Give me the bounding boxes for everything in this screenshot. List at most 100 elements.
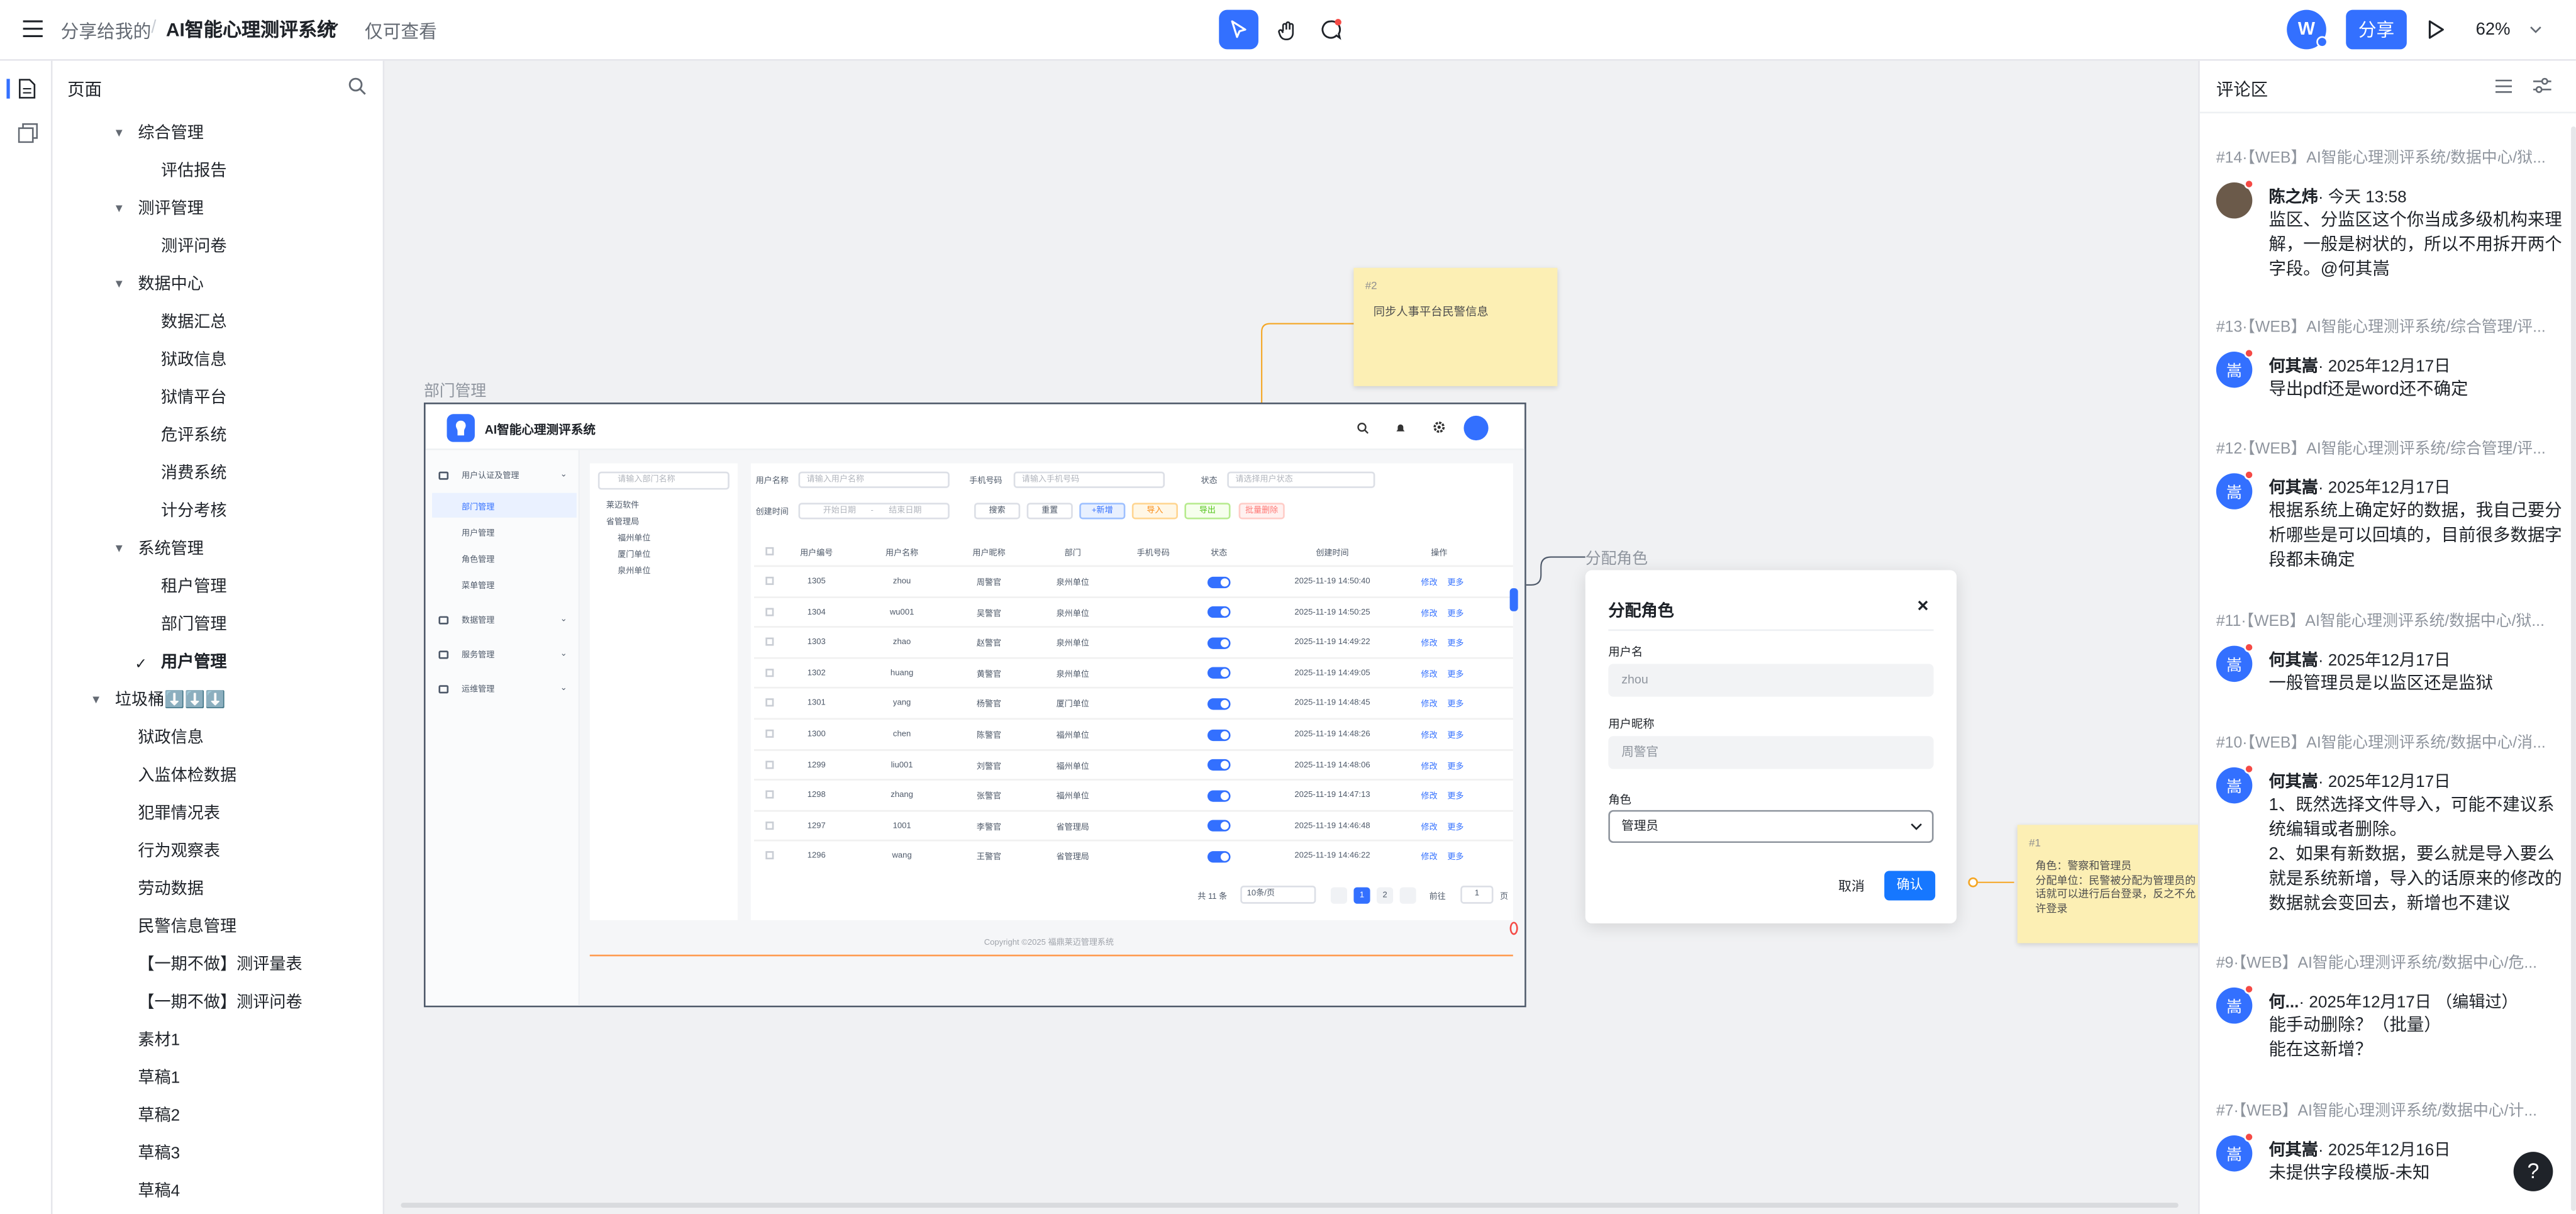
expand-caret-icon[interactable]: ▼	[113, 534, 125, 567]
comment-author[interactable]: 何其嵩	[2268, 774, 2318, 792]
tree-item[interactable]: 素材1	[138, 1025, 180, 1058]
confirm-button[interactable]: 确认	[1884, 871, 1936, 901]
tree-item[interactable]: 计分考核	[161, 496, 226, 529]
more-link[interactable]: 更多	[1447, 791, 1463, 803]
expand-caret-icon[interactable]: ▼	[113, 194, 125, 226]
row-checkbox[interactable]	[765, 699, 774, 708]
sidebar-menu-item[interactable]: 菜单管理	[462, 580, 494, 592]
sidebar-menu-item[interactable]: 服务管理	[462, 649, 494, 660]
layers-icon[interactable]	[18, 123, 38, 143]
status-toggle[interactable]	[1207, 606, 1231, 618]
row-checkbox[interactable]	[765, 576, 774, 585]
comment-reference[interactable]: #7·【WEB】AI智能心理测评系统/数据中心/计...	[2216, 1098, 2553, 1121]
status-toggle[interactable]	[1207, 698, 1231, 710]
tree-item[interactable]: 狱政信息	[161, 345, 226, 378]
help-button[interactable]: ?	[2513, 1152, 2553, 1191]
action-button[interactable]: 导入	[1131, 503, 1178, 520]
cancel-button[interactable]: 取消	[1838, 877, 1865, 896]
sticky-note-1[interactable]: #1 角色：警察和管理员 分配单位：民警被分配为管理员的 话就可以进行后台登录，…	[2017, 825, 2199, 944]
more-link[interactable]: 更多	[1447, 760, 1463, 772]
sidebar-menu-item[interactable]: 运维管理	[462, 684, 494, 695]
tree-item[interactable]: 草稿4	[138, 1176, 180, 1209]
tree-item[interactable]: 民警信息管理	[138, 912, 236, 945]
comment-reference[interactable]: #12·【WEB】AI智能心理测评系统/综合管理/评...	[2216, 435, 2553, 459]
play-icon[interactable]	[2428, 19, 2445, 39]
float-tab[interactable]	[1509, 588, 1518, 611]
whiteboard-canvas[interactable]: 部门管理 #2 同步人事平台民警信息 分配角色 AI智能心理测评系统 ⌄ 用户认证…	[384, 60, 2199, 1214]
doc-title[interactable]: AI智能心理测评系统	[166, 16, 336, 43]
comment-tool-button[interactable]	[1311, 10, 1351, 50]
tree-item[interactable]: 垃圾桶⬇️⬇️⬇️	[115, 685, 226, 718]
pager-next[interactable]	[1399, 887, 1416, 904]
row-checkbox[interactable]	[765, 790, 774, 799]
chevron-down-icon[interactable]	[327, 23, 338, 31]
menu-icon[interactable]	[23, 19, 43, 38]
action-button[interactable]: 搜索	[974, 503, 1021, 520]
expand-caret-icon[interactable]: ▼	[113, 118, 125, 151]
row-checkbox[interactable]	[765, 607, 774, 616]
tree-item[interactable]: 劳动数据	[138, 874, 203, 907]
more-link[interactable]: 更多	[1447, 607, 1463, 619]
share-button[interactable]: 分享	[2346, 9, 2407, 50]
filter-date-range[interactable]: 开始日期 - 结束日期	[798, 503, 950, 520]
tree-item[interactable]: 部门管理	[161, 610, 226, 642]
zoom-level[interactable]: 62%	[2476, 19, 2511, 39]
row-checkbox[interactable]	[765, 821, 774, 830]
pages-icon[interactable]	[18, 79, 36, 99]
comment-reference[interactable]: #14·【WEB】AI智能心理测评系统/数据中心/狱...	[2216, 145, 2553, 168]
tree-item[interactable]: 危评系统	[161, 421, 226, 454]
tree-item[interactable]: 数据汇总	[161, 307, 226, 340]
status-toggle[interactable]	[1207, 576, 1231, 588]
bell-icon[interactable]	[1395, 422, 1406, 433]
app-screenshot-frame[interactable]: AI智能心理测评系统 ⌄ 用户认证及管理 部门管理 用户管理 角色管理 菜单管理 ⌄ 数据管理…	[423, 402, 1526, 1008]
action-button[interactable]: 批量删除	[1238, 503, 1285, 520]
comment-author[interactable]: 何其嵩	[2268, 652, 2318, 671]
more-link[interactable]: 更多	[1447, 638, 1463, 650]
app-search-icon[interactable]	[1357, 422, 1368, 434]
pager-goto-input[interactable]: 1	[1460, 885, 1494, 904]
tree-item[interactable]: 行为观察表	[138, 837, 220, 869]
sidebar-menu-item[interactable]: 角色管理	[462, 554, 494, 565]
status-toggle[interactable]	[1207, 637, 1231, 649]
sidebar-menu-item[interactable]: 部门管理	[462, 501, 494, 513]
edit-link[interactable]: 修改	[1421, 607, 1438, 619]
more-link[interactable]: 更多	[1447, 699, 1463, 711]
edit-link[interactable]: 修改	[1421, 577, 1438, 588]
tree-item[interactable]: 消费系统	[161, 459, 226, 491]
status-toggle[interactable]	[1207, 789, 1231, 801]
action-button[interactable]: +新增	[1079, 503, 1126, 520]
row-checkbox[interactable]	[765, 852, 774, 860]
expand-caret-icon[interactable]: ▼	[91, 685, 102, 718]
tree-item[interactable]: 测评问卷	[161, 231, 226, 264]
dept-tree-node[interactable]: 莱迈软件	[606, 499, 639, 511]
more-link[interactable]: 更多	[1447, 821, 1463, 833]
dept-tree-node[interactable]: 厦门单位	[618, 549, 650, 560]
comment-reference[interactable]: #11·【WEB】AI智能心理测评系统/数据中心/狱...	[2216, 608, 2553, 631]
tree-item[interactable]: 草稿3	[138, 1139, 180, 1171]
tree-item[interactable]: 草稿1	[138, 1063, 180, 1096]
comment-reference[interactable]: #13·【WEB】AI智能心理测评系统/综合管理/评...	[2216, 314, 2553, 337]
breadcrumb-shared[interactable]: 分享给我的	[61, 18, 152, 45]
tree-item[interactable]: 狱政信息	[138, 723, 203, 755]
comment-author[interactable]: 何...	[2268, 994, 2299, 1012]
edit-link[interactable]: 修改	[1421, 821, 1438, 833]
pager-page-2[interactable]: 2	[1377, 887, 1394, 904]
tree-item[interactable]: 综合管理	[138, 118, 203, 151]
edit-link[interactable]: 修改	[1421, 638, 1438, 650]
tree-item[interactable]: 评估报告	[161, 156, 226, 189]
more-link[interactable]: 更多	[1447, 730, 1463, 741]
sidebar-menu-item[interactable]: 用户管理	[462, 528, 494, 539]
filter-username-input[interactable]: 请输入用户名称	[798, 471, 950, 488]
tree-item[interactable]: 入监体检数据	[138, 760, 236, 793]
hand-tool-button[interactable]	[1267, 10, 1306, 50]
pager-page-1[interactable]: 1	[1353, 887, 1370, 904]
sticky-note-2[interactable]: #2 同步人事平台民警信息	[1353, 267, 1558, 386]
tree-item[interactable]: 数据中心	[138, 269, 203, 302]
row-checkbox[interactable]	[765, 638, 774, 647]
row-checkbox[interactable]	[765, 668, 774, 677]
dept-tree-node[interactable]: 省管理局	[606, 516, 639, 528]
zoom-chevron-icon[interactable]	[2530, 26, 2541, 35]
expand-caret-icon[interactable]: ▼	[113, 269, 125, 302]
tree-item[interactable]: 【一期不做】测评量表	[138, 950, 302, 983]
comment-author[interactable]: 何其嵩	[2268, 1142, 2318, 1160]
